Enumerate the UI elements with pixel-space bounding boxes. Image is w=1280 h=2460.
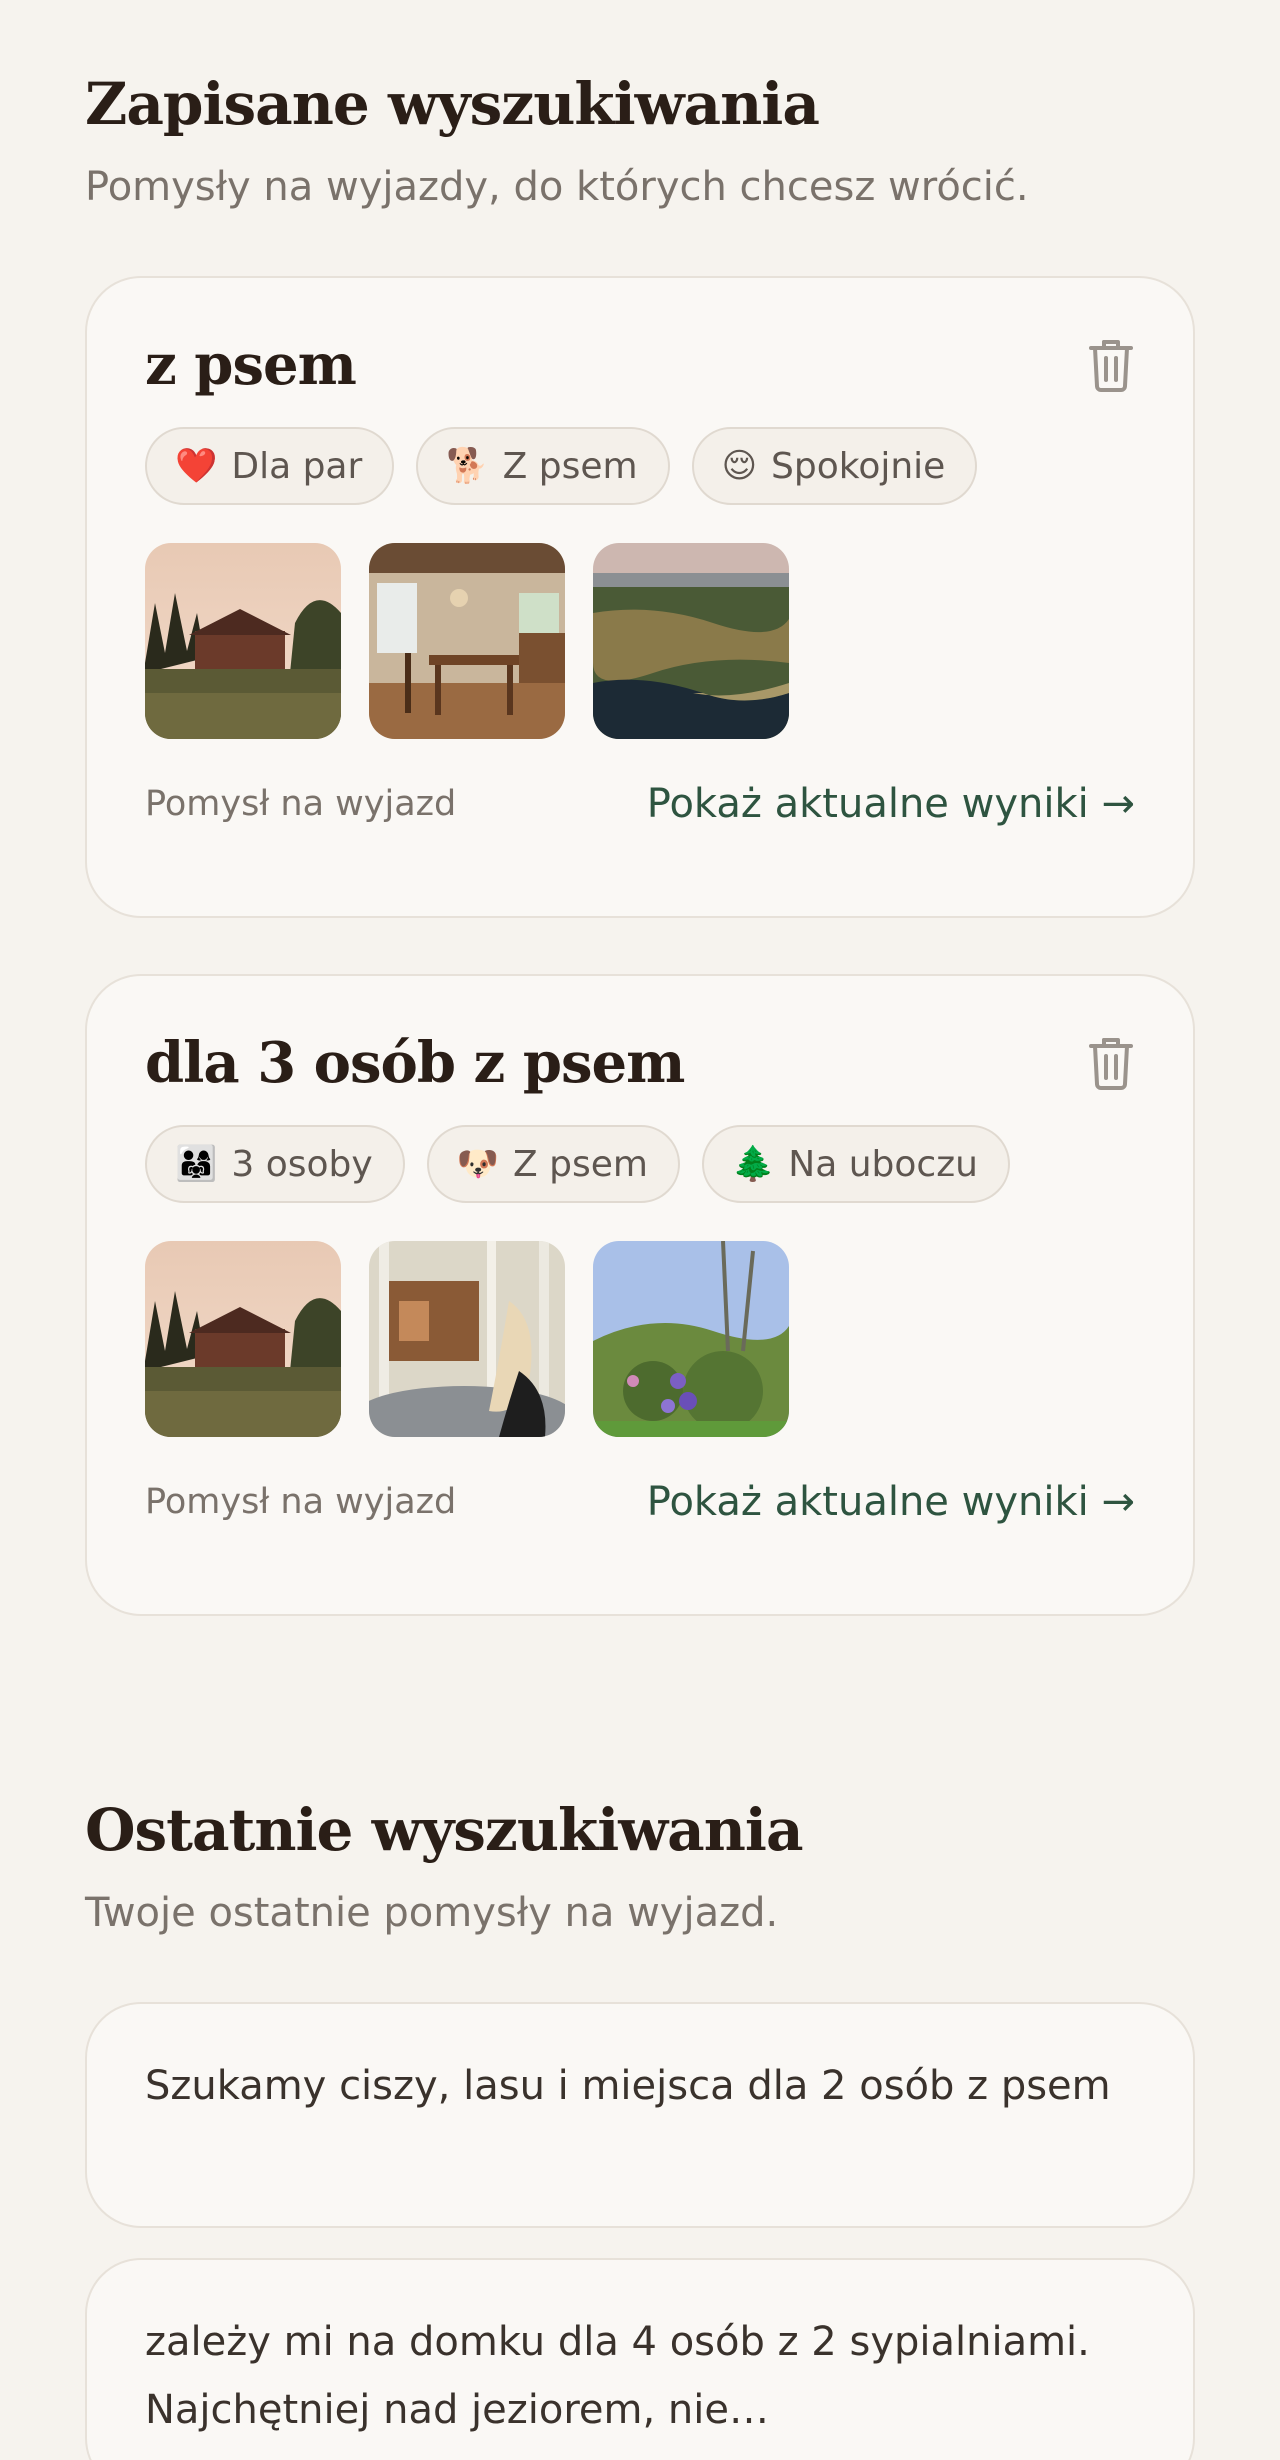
family-icon: 👨‍👩‍👧 xyxy=(175,1144,218,1185)
thumbnail-garden-flowers[interactable] xyxy=(593,1241,789,1438)
show-current-results-link[interactable]: Pokaż aktualne wyniki → xyxy=(647,781,1135,827)
tag-chips: 👨‍👩‍👧 3 osoby 🐶 Z psem 🌲 Na uboczu xyxy=(145,1125,1135,1204)
saved-search-card: dla 3 osób z psem 👨‍👩‍👧 3 osoby 🐶 Z psem xyxy=(85,974,1195,1616)
thumbnail-cottage-sunset[interactable] xyxy=(145,543,341,740)
recent-searches-section: Ostatnie wyszukiwania Twoje ostatnie pom… xyxy=(85,1616,1195,2460)
chip-label: Dla par xyxy=(231,445,363,487)
thumbnail-hot-tub-birches[interactable] xyxy=(369,1241,565,1438)
chip-calm[interactable]: 😌 Spokojnie xyxy=(691,427,978,506)
card-footer: Pomysł na wyjazd Pokaż aktualne wyniki → xyxy=(145,1479,1135,1525)
trash-icon[interactable] xyxy=(1087,336,1135,392)
recent-search-item[interactable]: zależy mi na domku dla 4 osób z 2 sypial… xyxy=(85,2258,1195,2460)
chip-label: 3 osoby xyxy=(231,1143,373,1185)
chip-secluded[interactable]: 🌲 Na uboczu xyxy=(701,1125,1010,1204)
heart-icon: ❤️ xyxy=(175,446,218,487)
relieved-face-icon: 😌 xyxy=(721,446,758,487)
chip-label: Na uboczu xyxy=(788,1143,978,1185)
thumbnail-lake-forest-aerial[interactable] xyxy=(593,543,789,740)
recent-search-item[interactable]: Szukamy ciszy, lasu i miejsca dla 2 osób… xyxy=(85,2002,1195,2228)
chip-with-dog[interactable]: 🐶 Z psem xyxy=(426,1125,680,1204)
recent-search-text: Szukamy ciszy, lasu i miejsca dla 2 osób… xyxy=(145,2063,1111,2109)
saved-searches-title: Zapisane wyszukiwania xyxy=(85,70,820,138)
recent-search-text: zależy mi na domku dla 4 osób z 2 sypial… xyxy=(145,2319,1090,2433)
saved-searches-section: Zapisane wyszukiwania Pomysły na wyjazdy… xyxy=(85,0,1195,1616)
chip-couples[interactable]: ❤️ Dla par xyxy=(145,427,395,506)
trash-icon[interactable] xyxy=(1087,1034,1135,1090)
saved-search-card: z psem ❤️ Dla par 🐕 Z psem 😌 Spokojnie P… xyxy=(85,276,1195,918)
thumbnail-row xyxy=(145,1241,1135,1438)
chip-three-people[interactable]: 👨‍👩‍👧 3 osoby xyxy=(145,1125,405,1204)
thumbnail-row xyxy=(145,543,1135,740)
trip-idea-label: Pomysł na wyjazd xyxy=(145,1482,457,1523)
recent-searches-title: Ostatnie wyszukiwania xyxy=(85,1796,804,1864)
thumbnail-cottage-sunset[interactable] xyxy=(145,1241,341,1438)
chip-label: Spokojnie xyxy=(771,445,946,487)
dog-icon: 🐕 xyxy=(446,446,489,487)
chip-with-dog[interactable]: 🐕 Z psem xyxy=(416,427,670,506)
recent-searches-subtitle: Twoje ostatnie pomysły na wyjazd. xyxy=(85,1890,779,1936)
saved-search-title: z psem xyxy=(145,332,357,398)
show-current-results-link[interactable]: Pokaż aktualne wyniki → xyxy=(647,1479,1135,1525)
tag-chips: ❤️ Dla par 🐕 Z psem 😌 Spokojnie xyxy=(145,427,1135,506)
card-footer: Pomysł na wyjazd Pokaż aktualne wyniki → xyxy=(145,781,1135,827)
saved-searches-subtitle: Pomysły na wyjazdy, do których chcesz wr… xyxy=(85,164,1029,210)
saved-search-title: dla 3 osób z psem xyxy=(145,1030,685,1096)
chip-label: Z psem xyxy=(502,445,638,487)
trip-idea-label: Pomysł na wyjazd xyxy=(145,784,457,825)
chip-label: Z psem xyxy=(513,1143,648,1185)
saved-searches-page: Zapisane wyszukiwania Pomysły na wyjazdy… xyxy=(0,0,1280,2460)
evergreen-tree-icon: 🌲 xyxy=(731,1144,775,1185)
thumbnail-interior-dining[interactable] xyxy=(369,543,565,740)
dog-face-icon: 🐶 xyxy=(456,1144,499,1185)
